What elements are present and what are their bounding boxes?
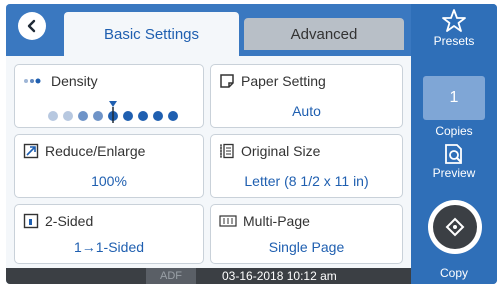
duplex-icon [23,213,39,229]
star-icon [442,9,466,32]
original-size-label: Original Size [241,143,321,159]
multi-page-value: Single Page [268,239,345,255]
side-panel: Presets 1 Copies Preview Copy [411,4,497,284]
density-label: Density [51,73,98,89]
copies-label: Copies [435,124,473,138]
reduce-enlarge-title: Reduce/Enlarge [23,143,145,159]
preview-label: Preview [432,166,476,180]
multi-page-label: Multi-Page [243,213,310,229]
paper-setting-value: Auto [292,103,321,119]
printer-screen: Basic Settings Advanced Density Paper Se… [6,4,497,284]
document-ruler-icon [220,143,234,159]
multi-page-title: Multi-Page [219,213,310,229]
paper-icon [220,74,234,88]
multi-page-icon [219,215,237,227]
paper-setting-title: Paper Setting [219,73,326,89]
paper-setting-label: Paper Setting [241,73,326,89]
main-panel: Basic Settings Advanced Density Paper Se… [6,4,411,284]
density-dot [78,111,88,121]
density-scale-graphic [48,101,178,123]
original-size-title: Original Size [219,143,320,159]
settings-grid: Density Paper Setting Auto Reduce/Enlarg… [6,56,411,268]
adf-indicator: ADF [146,268,196,284]
arrow-left-icon [27,19,36,33]
density-dot [48,111,58,121]
status-bar: ADF 03-16-2018 10:12 am [6,268,411,284]
date-time: 03-16-2018 10:12 am [222,269,337,283]
copy-label: Copy [439,266,468,280]
density-icon [24,78,41,84]
back-button[interactable] [18,12,46,40]
density-dot [168,111,178,121]
copies-input[interactable]: 1 [423,76,485,120]
resize-icon [23,143,39,159]
preview-icon [445,144,462,164]
density-dot [93,111,103,121]
density-card[interactable]: Density [14,64,204,128]
tab-bar: Basic Settings Advanced [6,4,411,56]
reduce-enlarge-label: Reduce/Enlarge [45,143,146,159]
original-size-value: Letter (8 1/2 x 11 in) [244,173,369,189]
density-level-marker [109,101,117,107]
two-sided-label: 2-Sided [45,213,94,229]
density-title: Density [23,73,98,89]
presets-button[interactable]: Presets [411,8,497,48]
two-sided-card[interactable]: 2-Sided 1→1-Sided [14,204,204,264]
reduce-enlarge-value: 100% [91,173,127,189]
preview-button[interactable]: Preview [411,142,497,180]
presets-label: Presets [433,34,475,48]
density-scale [45,99,185,123]
density-dot [63,111,73,121]
copy-button[interactable] [428,200,482,254]
start-diamond-icon [445,217,465,237]
tab-advanced[interactable]: Advanced [244,18,404,50]
density-dot [153,111,163,121]
two-sided-value: 1→1-Sided [73,239,145,255]
paper-setting-card[interactable]: Paper Setting Auto [210,64,403,128]
two-sided-title: 2-Sided [23,213,93,229]
reduce-enlarge-card[interactable]: Reduce/Enlarge 100% [14,134,204,198]
density-dot [138,111,148,121]
density-dot [123,111,133,121]
multi-page-card[interactable]: Multi-Page Single Page [210,204,403,264]
original-size-card[interactable]: Original Size Letter (8 1/2 x 11 in) [210,134,403,198]
copy-button-inner [433,205,477,249]
tab-basic-settings[interactable]: Basic Settings [64,12,239,56]
